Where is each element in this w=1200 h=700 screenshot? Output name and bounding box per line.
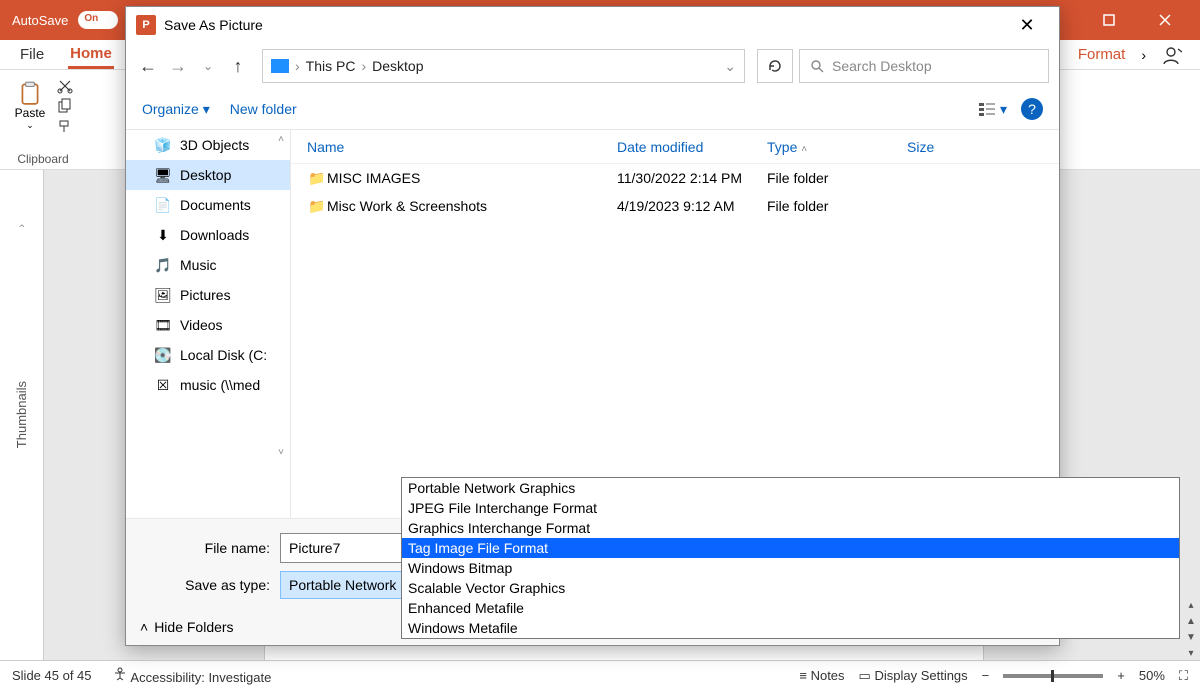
column-type[interactable]: Type xyxy=(767,139,797,155)
zoom-slider[interactable] xyxy=(1003,674,1103,678)
folder-icon: 📁 xyxy=(307,198,327,215)
type-option[interactable]: JPEG File Interchange Format xyxy=(402,498,1179,518)
copy-button[interactable] xyxy=(54,98,76,114)
nav-item-music-med[interactable]: ☒music (\\med xyxy=(126,370,290,400)
folder-icon: 🧊 xyxy=(154,137,172,154)
file-name-label: File name: xyxy=(140,540,270,556)
type-option[interactable]: Windows Metafile xyxy=(402,618,1179,638)
refresh-button[interactable] xyxy=(757,49,793,83)
file-row[interactable]: 📁MISC IMAGES11/30/2022 2:14 PMFile folde… xyxy=(291,164,1059,192)
type-option[interactable]: Graphics Interchange Format xyxy=(402,518,1179,538)
address-bar[interactable]: › This PC › Desktop ⌄ xyxy=(262,49,745,83)
zoom-value: 50% xyxy=(1139,668,1165,683)
fit-slide-button[interactable]: ⛶ xyxy=(1179,668,1188,684)
slide-indicator: Slide 45 of 45 xyxy=(12,668,92,683)
search-input[interactable]: Search Desktop xyxy=(799,49,1049,83)
file-row[interactable]: 📁Misc Work & Screenshots4/19/2023 9:12 A… xyxy=(291,192,1059,220)
folder-icon: 🎞 xyxy=(154,317,172,334)
nav-item-desktop[interactable]: 🖥Desktop xyxy=(126,160,290,190)
type-option[interactable]: Enhanced Metafile xyxy=(402,598,1179,618)
chevron-right-icon: › xyxy=(361,58,366,74)
tab-format[interactable]: Format xyxy=(1076,42,1128,67)
breadcrumb-this-pc[interactable]: This PC xyxy=(306,58,356,74)
column-size[interactable]: Size xyxy=(907,139,934,155)
column-name[interactable]: Name xyxy=(307,139,617,155)
folder-icon: 💽 xyxy=(154,347,172,364)
ribbon-overflow-icon[interactable]: › xyxy=(1141,47,1146,63)
dialog-titlebar[interactable]: P Save As Picture ✕ xyxy=(126,7,1059,43)
sort-indicator-icon: ˄ xyxy=(801,144,807,155)
file-list[interactable]: Name Date modified Type ˄ Size 📁MISC IMA… xyxy=(291,130,1059,518)
dialog-nav-row: ← → ⌄ ↑ › This PC › Desktop ⌄ Search Des… xyxy=(126,43,1059,89)
paste-button[interactable]: Paste ⌄ xyxy=(10,76,50,134)
this-pc-icon xyxy=(271,59,289,73)
powerpoint-icon: P xyxy=(136,15,156,35)
search-placeholder: Search Desktop xyxy=(832,58,932,74)
zoom-in-button[interactable]: + xyxy=(1117,668,1125,683)
tab-home[interactable]: Home xyxy=(68,41,114,69)
folder-icon: 📄 xyxy=(154,197,172,214)
save-as-type-dropdown[interactable]: Portable Network GraphicsJPEG File Inter… xyxy=(401,477,1180,639)
zoom-out-button[interactable]: − xyxy=(982,668,990,683)
type-option[interactable]: Tag Image File Format xyxy=(402,538,1179,558)
autosave-toggle[interactable] xyxy=(78,11,118,29)
folder-icon: 🖼 xyxy=(154,287,172,304)
nav-item-local-disk-c-[interactable]: 💽Local Disk (C: xyxy=(126,340,290,370)
folder-icon: ☒ xyxy=(154,377,172,394)
dialog-toolbar: Organize ▾ New folder ▾ ? xyxy=(126,89,1059,129)
clipboard-group-label: Clipboard xyxy=(17,152,68,166)
scroll-up-icon[interactable]: ˄ xyxy=(278,134,284,145)
dialog-title: Save As Picture xyxy=(164,17,263,33)
organize-menu[interactable]: Organize ▾ xyxy=(142,101,210,118)
folder-tree[interactable]: 🧊3D Objects🖥Desktop📄Documents⬇Downloads🎵… xyxy=(126,130,291,518)
type-option[interactable]: Portable Network Graphics xyxy=(402,478,1179,498)
slide-nav-arrows[interactable]: ▴▲▼▾ xyxy=(1182,600,1200,660)
share-icon[interactable] xyxy=(1160,44,1182,66)
status-bar: Slide 45 of 45 Accessibility: Investigat… xyxy=(0,660,1200,690)
folder-icon: 🖥 xyxy=(154,167,172,184)
close-app-button[interactable] xyxy=(1142,5,1188,35)
breadcrumb-desktop[interactable]: Desktop xyxy=(372,58,423,74)
type-option[interactable]: Scalable Vector Graphics xyxy=(402,578,1179,598)
format-painter-button[interactable] xyxy=(54,118,76,134)
nav-item-downloads[interactable]: ⬇Downloads xyxy=(126,220,290,250)
folder-icon: 📁 xyxy=(307,170,327,187)
nav-item-videos[interactable]: 🎞Videos xyxy=(126,310,290,340)
nav-up-button[interactable]: ↑ xyxy=(226,54,250,78)
accessibility-status[interactable]: Accessibility: Investigate xyxy=(112,666,272,685)
dialog-close-button[interactable]: ✕ xyxy=(1005,8,1049,42)
chevron-right-icon: › xyxy=(295,58,300,74)
save-as-type-label: Save as type: xyxy=(140,577,270,593)
folder-icon: ⬇ xyxy=(154,227,172,244)
cut-button[interactable] xyxy=(54,78,76,94)
autosave-label: AutoSave xyxy=(12,13,68,28)
address-dropdown-icon[interactable]: ⌄ xyxy=(724,58,736,75)
nav-item-pictures[interactable]: 🖼Pictures xyxy=(126,280,290,310)
chevron-up-icon: ˄ xyxy=(140,619,148,635)
folder-icon: 🎵 xyxy=(154,257,172,274)
nav-item-3d-objects[interactable]: 🧊3D Objects xyxy=(126,130,290,160)
nav-forward-button[interactable]: → xyxy=(166,54,190,78)
nav-item-documents[interactable]: 📄Documents xyxy=(126,190,290,220)
display-settings-button[interactable]: ▭ Display Settings xyxy=(859,668,968,684)
clipboard-group: Paste ⌄ Clipboard xyxy=(10,76,76,166)
column-headers[interactable]: Name Date modified Type ˄ Size xyxy=(291,130,1059,164)
nav-back-button[interactable]: ← xyxy=(136,54,160,78)
search-icon xyxy=(810,59,824,73)
nav-item-music[interactable]: 🎵Music xyxy=(126,250,290,280)
save-as-picture-dialog: P Save As Picture ✕ ← → ⌄ ↑ › This PC › … xyxy=(125,6,1060,646)
scroll-down-icon[interactable]: ˅ xyxy=(278,447,284,458)
new-folder-button[interactable]: New folder xyxy=(230,101,297,117)
tab-file[interactable]: File xyxy=(18,42,46,67)
thumbnails-pane-collapsed[interactable]: › Thumbnails xyxy=(0,170,44,660)
nav-recent-dropdown[interactable]: ⌄ xyxy=(196,54,220,78)
view-mode-button[interactable]: ▾ xyxy=(978,100,1007,118)
maximize-button[interactable] xyxy=(1086,5,1132,35)
column-date[interactable]: Date modified xyxy=(617,139,703,155)
help-button[interactable]: ? xyxy=(1021,98,1043,120)
type-option[interactable]: Windows Bitmap xyxy=(402,558,1179,578)
notes-button[interactable]: ≡ Notes xyxy=(799,668,844,683)
